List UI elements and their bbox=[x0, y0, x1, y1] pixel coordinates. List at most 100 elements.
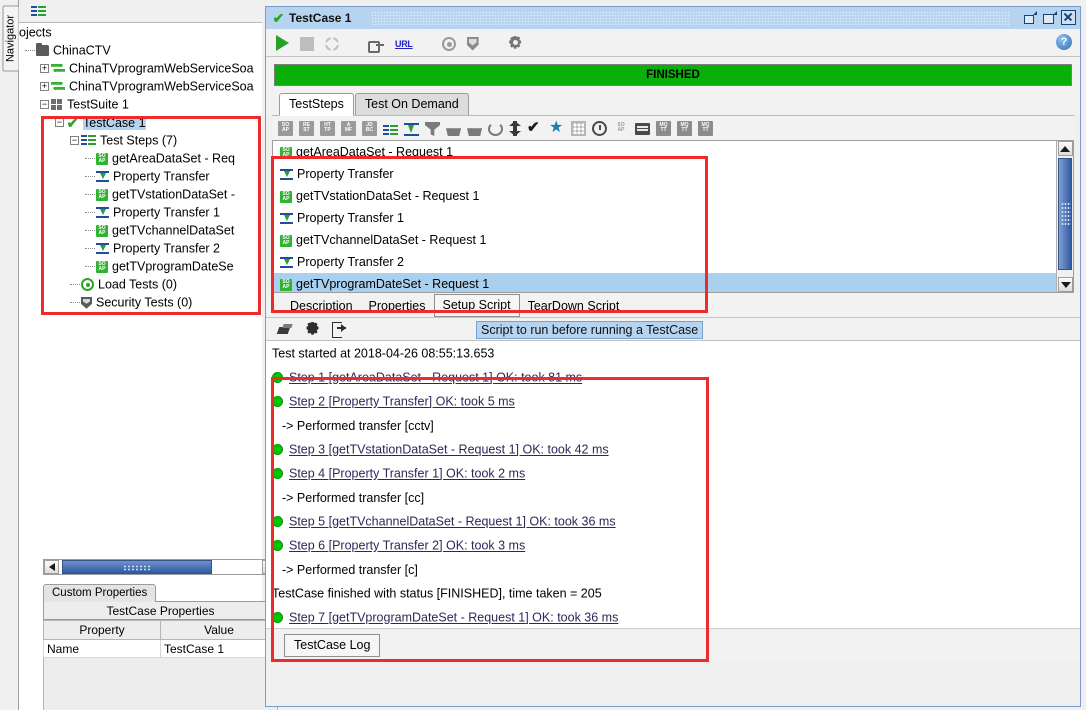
add-datasink-button[interactable] bbox=[467, 128, 482, 136]
log-line-text[interactable]: Step 1 [getAreaDataSet - Request 1] OK: … bbox=[289, 371, 582, 385]
subtab-teardown-script[interactable]: TearDown Script bbox=[520, 296, 628, 317]
add-soap-request-button[interactable]: SO AP bbox=[278, 120, 293, 136]
log-line-text[interactable]: Step 7 [getTVprogramDateSet - Request 1]… bbox=[289, 611, 618, 625]
tree-item-1[interactable]: + ChinaTVprogramWebServiceSoa bbox=[19, 59, 262, 77]
tree-expander[interactable]: − bbox=[55, 118, 64, 128]
tree-item-8[interactable]: SO AP getTVstationDataSet - bbox=[19, 185, 262, 203]
list-item[interactable]: SO AP getTVstationDataSet - Request 1 bbox=[273, 185, 1073, 207]
export-icon[interactable] bbox=[332, 322, 346, 338]
scroll-thumb[interactable] bbox=[62, 560, 212, 574]
navigator-tab[interactable]: Navigator bbox=[2, 5, 20, 72]
add-conditional-goto-button[interactable] bbox=[425, 122, 440, 136]
scroll-up-button[interactable] bbox=[1057, 141, 1073, 156]
restore-down-button[interactable] bbox=[1023, 10, 1038, 25]
tab-test-on-demand[interactable]: Test On Demand bbox=[354, 93, 469, 115]
add-jdbc-request-button[interactable]: JD BC bbox=[362, 120, 377, 136]
loop-icon[interactable] bbox=[325, 36, 339, 51]
tree-item-9[interactable]: Property Transfer 1 bbox=[19, 203, 262, 221]
maximize-button[interactable] bbox=[1042, 10, 1057, 25]
tree-item-3[interactable]: − TestSuite 1 bbox=[19, 95, 262, 113]
add-delay-button[interactable] bbox=[592, 121, 607, 136]
subtab-description[interactable]: Description bbox=[282, 296, 361, 317]
load-test-icon[interactable] bbox=[441, 36, 456, 51]
tab-teststeps[interactable]: TestSteps bbox=[279, 93, 354, 116]
list-item[interactable]: SO AP getTVprogramDateSet - Request 1 bbox=[273, 273, 1073, 292]
soap-icon: SO AP bbox=[280, 146, 292, 159]
tree-item-14[interactable]: Security Tests (0) bbox=[19, 293, 262, 311]
eraser-icon[interactable] bbox=[278, 323, 293, 336]
close-button[interactable] bbox=[1061, 10, 1076, 25]
log-line-text[interactable]: Step 2 [Property Transfer] OK: took 5 ms bbox=[289, 395, 515, 409]
soap-icon: SO AP bbox=[280, 234, 292, 247]
steps-vertical-scrollbar[interactable] bbox=[1056, 141, 1073, 292]
list-item[interactable]: SO AP getAreaDataSet - Request 1 bbox=[273, 141, 1073, 163]
scroll-down-button[interactable] bbox=[1058, 277, 1073, 292]
list-item[interactable]: Property Transfer bbox=[273, 163, 1073, 185]
add-test-steps-button[interactable] bbox=[383, 124, 398, 135]
add-property-transfer-button[interactable] bbox=[404, 122, 419, 136]
script-log-output[interactable]: Test started at 2018-04-26 08:55:13.653 S… bbox=[266, 340, 1080, 628]
tree-item-5[interactable]: − Test Steps (7) bbox=[19, 131, 262, 149]
help-icon[interactable]: ? bbox=[1056, 34, 1072, 50]
tree-expander[interactable]: + bbox=[40, 82, 49, 92]
tree-item-6[interactable]: SO AP getAreaDataSet - Req bbox=[19, 149, 262, 167]
url-button[interactable]: URL bbox=[395, 39, 413, 49]
project-tree[interactable]: ojects ChinaCTV + ChinaTVprogramWebServiceS… bbox=[19, 23, 262, 555]
add-transfer-button[interactable] bbox=[509, 121, 521, 136]
list-item[interactable]: Property Transfer 1 bbox=[273, 207, 1073, 229]
subtab-setup-script[interactable]: Setup Script bbox=[433, 294, 520, 317]
tree-item-11[interactable]: Property Transfer 2 bbox=[19, 239, 262, 257]
tree-expander[interactable]: − bbox=[70, 136, 79, 146]
add-manual-step-button[interactable] bbox=[635, 123, 650, 135]
add-rest-request-button[interactable]: RE ST bbox=[299, 120, 314, 136]
tree-item-7[interactable]: Property Transfer bbox=[19, 167, 262, 185]
add-dataloop-button[interactable] bbox=[488, 122, 503, 136]
shield-icon[interactable] bbox=[466, 36, 479, 51]
table-row[interactable]: Name TestCase 1 bbox=[43, 639, 278, 658]
add-datasource-button[interactable] bbox=[446, 128, 461, 136]
add-mqtt-drop-button[interactable]: MQ TT bbox=[698, 120, 713, 136]
add-mqtt-receive-button[interactable]: MQ TT bbox=[677, 120, 692, 136]
properties-empty-area bbox=[43, 658, 278, 710]
add-assertion-button[interactable]: ✔ bbox=[527, 120, 543, 135]
list-item[interactable]: Property Transfer 2 bbox=[273, 251, 1073, 273]
tree-item-12[interactable]: SO AP getTVprogramDateSe bbox=[19, 257, 262, 275]
list-item[interactable]: SO AP getTVchannelDataSet - Request 1 bbox=[273, 229, 1073, 251]
tree-item-13[interactable]: Load Tests (0) bbox=[19, 275, 262, 293]
tree-connector bbox=[85, 176, 95, 178]
scroll-thumb[interactable] bbox=[1058, 158, 1072, 270]
gear-icon[interactable] bbox=[306, 321, 319, 335]
log-line-text[interactable]: Step 6 [Property Transfer 2] OK: took 3 … bbox=[289, 539, 525, 553]
window-title-bar[interactable]: ✔ TestCase 1 bbox=[266, 7, 1080, 29]
subtab-properties[interactable]: Properties bbox=[361, 296, 434, 317]
tree-item-10[interactable]: SO AP getTVchannelDataSet bbox=[19, 221, 262, 239]
add-soap-mock-button[interactable]: SO AP bbox=[613, 120, 629, 136]
scroll-left-button[interactable] bbox=[44, 560, 59, 574]
log-line-text[interactable]: Step 4 [Property Transfer 1] OK: took 2 … bbox=[289, 467, 525, 481]
tree-expander[interactable]: − bbox=[40, 100, 49, 110]
log-line: Step 4 [Property Transfer 1] OK: took 2 … bbox=[266, 461, 1080, 485]
scroll-track[interactable] bbox=[59, 560, 262, 574]
add-mqtt-publish-button[interactable]: MQ TT bbox=[656, 120, 671, 136]
key-icon[interactable] bbox=[368, 40, 384, 53]
tree-item-0[interactable]: ChinaCTV bbox=[19, 41, 262, 59]
log-line-text[interactable]: Step 3 [getTVstationDataSet - Request 1]… bbox=[289, 443, 609, 457]
gear-icon[interactable] bbox=[509, 35, 522, 49]
testcase-log-button[interactable]: TestCase Log bbox=[284, 634, 381, 657]
tree-horizontal-scrollbar[interactable] bbox=[43, 559, 278, 575]
test-steps-icon[interactable] bbox=[31, 5, 46, 17]
stop-button[interactable] bbox=[300, 36, 314, 51]
tab-custom-properties[interactable]: Custom Properties bbox=[43, 584, 157, 602]
tree-item-4[interactable]: − ✔ TestCase 1 bbox=[19, 113, 262, 131]
property-value-cell[interactable]: TestCase 1 bbox=[160, 639, 278, 658]
log-line-text[interactable]: Step 5 [getTVchannelDataSet - Request 1]… bbox=[289, 515, 616, 529]
step-label: getAreaDataSet - Request 1 bbox=[296, 145, 454, 159]
run-button[interactable] bbox=[276, 35, 289, 51]
add-http-request-button[interactable]: HT TP bbox=[320, 120, 335, 136]
tree-expander[interactable]: + bbox=[40, 64, 49, 74]
add-properties-button[interactable] bbox=[571, 121, 586, 136]
add-amf-request-button[interactable]: A MF bbox=[341, 120, 356, 136]
test-steps-list[interactable]: SO AP getAreaDataSet - Request 1 Property T… bbox=[272, 140, 1074, 293]
tree-item-2[interactable]: + ChinaTVprogramWebServiceSoa bbox=[19, 77, 262, 95]
add-groovy-script-button[interactable]: ★ bbox=[549, 120, 565, 136]
